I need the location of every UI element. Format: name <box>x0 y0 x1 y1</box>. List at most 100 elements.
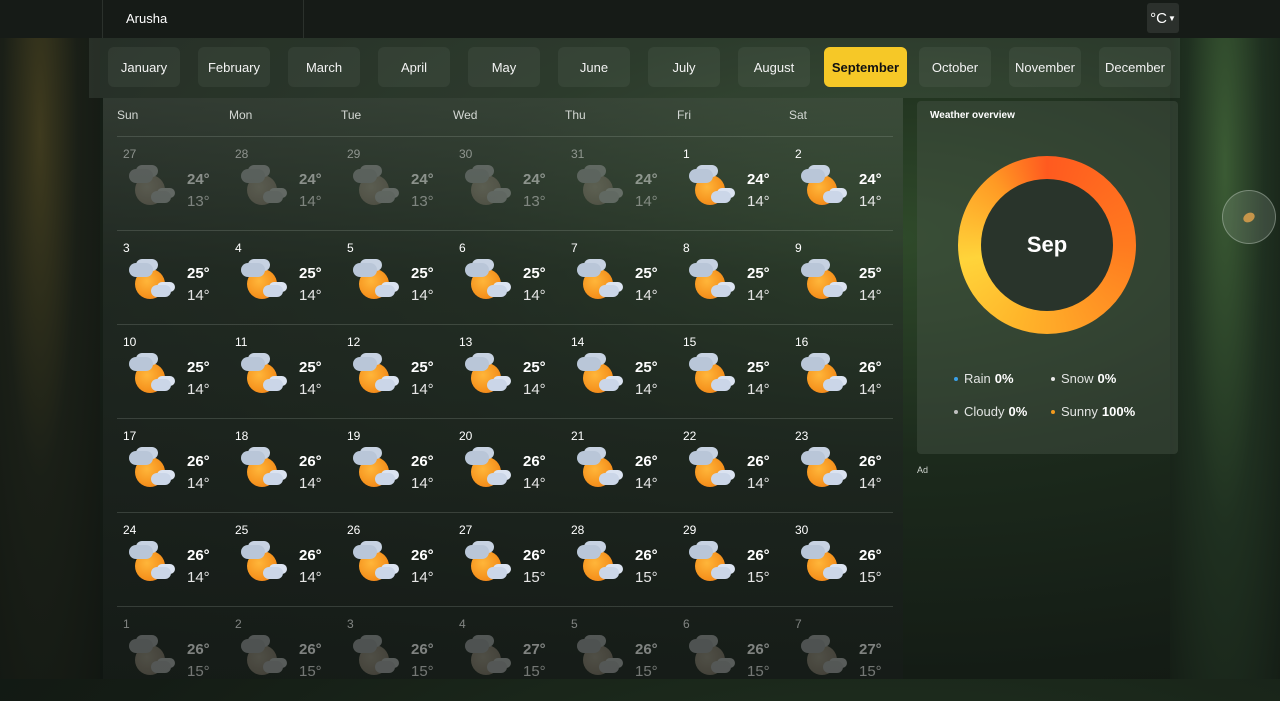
day-cell[interactable]: 10 25° 14° <box>117 325 229 419</box>
background-left <box>0 38 100 679</box>
day-cell[interactable]: 23 26° 14° <box>789 419 901 513</box>
sun-behind-cloud-icon <box>801 261 847 303</box>
low-temp: 14° <box>859 287 882 304</box>
day-cell[interactable]: 16 26° 14° <box>789 325 901 419</box>
day-number: 22 <box>683 429 697 443</box>
day-cell[interactable]: 5 26° 15° <box>565 607 677 701</box>
day-cell[interactable]: 29 26° 15° <box>677 513 789 607</box>
day-cell[interactable]: 11 25° 14° <box>229 325 341 419</box>
day-cell[interactable]: 27 24° 13° <box>117 137 229 231</box>
sun-behind-cloud-icon <box>353 449 399 491</box>
low-temp: 15° <box>747 663 770 680</box>
sun-behind-cloud-icon <box>689 355 735 397</box>
weekday-tue: Tue <box>341 108 362 122</box>
day-cell[interactable]: 12 25° 14° <box>341 325 453 419</box>
month-tab-september[interactable]: September <box>824 47 907 87</box>
day-cell[interactable]: 9 25° 14° <box>789 231 901 325</box>
low-temp: 15° <box>299 663 322 680</box>
month-tab-december[interactable]: December <box>1099 47 1171 87</box>
high-temp: 26° <box>859 359 882 376</box>
stat-label: Sunny <box>1061 404 1098 419</box>
high-temp: 27° <box>859 641 882 658</box>
day-cell[interactable]: 19 26° 14° <box>341 419 453 513</box>
day-cell[interactable]: 8 25° 14° <box>677 231 789 325</box>
sun-behind-cloud-icon <box>577 167 623 209</box>
low-temp: 15° <box>187 663 210 680</box>
day-cell[interactable]: 28 24° 14° <box>229 137 341 231</box>
day-cell[interactable]: 25 26° 14° <box>229 513 341 607</box>
weekday-sun: Sun <box>117 108 139 122</box>
day-cell[interactable]: 6 26° 15° <box>677 607 789 701</box>
day-cell[interactable]: 21 26° 14° <box>565 419 677 513</box>
high-temp: 26° <box>635 641 658 658</box>
month-tab-august[interactable]: August <box>738 47 810 87</box>
day-cell[interactable]: 14 25° 14° <box>565 325 677 419</box>
stat-snow: Snow 0% <box>1051 371 1116 386</box>
sun-behind-cloud-icon <box>241 543 287 585</box>
day-cell[interactable]: 1 26° 15° <box>117 607 229 701</box>
floating-action-button[interactable] <box>1222 190 1276 244</box>
month-tab-november[interactable]: November <box>1009 47 1081 87</box>
high-temp: 25° <box>635 359 658 376</box>
day-cell[interactable]: 2 24° 14° <box>789 137 901 231</box>
high-temp: 26° <box>523 547 546 564</box>
high-temp: 24° <box>859 171 882 188</box>
high-temp: 26° <box>635 453 658 470</box>
low-temp: 13° <box>523 193 546 210</box>
month-tab-june[interactable]: June <box>558 47 630 87</box>
day-cell[interactable]: 30 24° 13° <box>453 137 565 231</box>
day-cell[interactable]: 3 26° 15° <box>341 607 453 701</box>
month-tab-july[interactable]: July <box>648 47 720 87</box>
month-tab-march[interactable]: March <box>288 47 360 87</box>
month-tab-may[interactable]: May <box>468 47 540 87</box>
day-cell[interactable]: 5 25° 14° <box>341 231 453 325</box>
day-number: 2 <box>235 617 242 631</box>
day-number: 3 <box>347 617 354 631</box>
day-cell[interactable]: 18 26° 14° <box>229 419 341 513</box>
day-cell[interactable]: 29 24° 13° <box>341 137 453 231</box>
location-selector[interactable]: Arusha <box>102 0 304 38</box>
sun-behind-cloud-icon <box>577 637 623 679</box>
day-cell[interactable]: 20 26° 14° <box>453 419 565 513</box>
day-cell[interactable]: 3 25° 14° <box>117 231 229 325</box>
high-temp: 25° <box>299 359 322 376</box>
day-cell[interactable]: 6 25° 14° <box>453 231 565 325</box>
high-temp: 26° <box>747 547 770 564</box>
month-tab-february[interactable]: February <box>198 47 270 87</box>
month-tab-october[interactable]: October <box>919 47 991 87</box>
day-number: 23 <box>795 429 809 443</box>
day-number: 9 <box>795 241 802 255</box>
day-cell[interactable]: 31 24° 14° <box>565 137 677 231</box>
day-cell[interactable]: 27 26° 15° <box>453 513 565 607</box>
day-cell[interactable]: 13 25° 14° <box>453 325 565 419</box>
day-cell[interactable]: 2 26° 15° <box>229 607 341 701</box>
sun-behind-cloud-icon <box>689 543 735 585</box>
low-temp: 14° <box>411 287 434 304</box>
sun-behind-cloud-icon <box>577 449 623 491</box>
low-temp: 15° <box>523 663 546 680</box>
day-cell[interactable]: 7 25° 14° <box>565 231 677 325</box>
sun-behind-cloud-icon <box>241 261 287 303</box>
day-cell[interactable]: 30 26° 15° <box>789 513 901 607</box>
day-cell[interactable]: 28 26° 15° <box>565 513 677 607</box>
month-tab-january[interactable]: January <box>108 47 180 87</box>
background-right <box>1170 38 1280 679</box>
sun-behind-cloud-icon <box>241 637 287 679</box>
day-cell[interactable]: 26 26° 14° <box>341 513 453 607</box>
day-cell[interactable]: 1 24° 14° <box>677 137 789 231</box>
sun-behind-cloud-icon <box>129 449 175 491</box>
high-temp: 25° <box>187 359 210 376</box>
day-cell[interactable]: 17 26° 14° <box>117 419 229 513</box>
stat-label: Rain <box>964 371 991 386</box>
unit-toggle-button[interactable]: °C ▼ <box>1147 3 1179 33</box>
day-cell[interactable]: 7 27° 15° <box>789 607 901 701</box>
day-cell[interactable]: 22 26° 14° <box>677 419 789 513</box>
day-cell[interactable]: 15 25° 14° <box>677 325 789 419</box>
high-temp: 26° <box>187 547 210 564</box>
day-cell[interactable]: 24 26° 14° <box>117 513 229 607</box>
month-tab-april[interactable]: April <box>378 47 450 87</box>
low-temp: 14° <box>859 475 882 492</box>
day-cell[interactable]: 4 25° 14° <box>229 231 341 325</box>
day-number: 4 <box>235 241 242 255</box>
day-cell[interactable]: 4 27° 15° <box>453 607 565 701</box>
